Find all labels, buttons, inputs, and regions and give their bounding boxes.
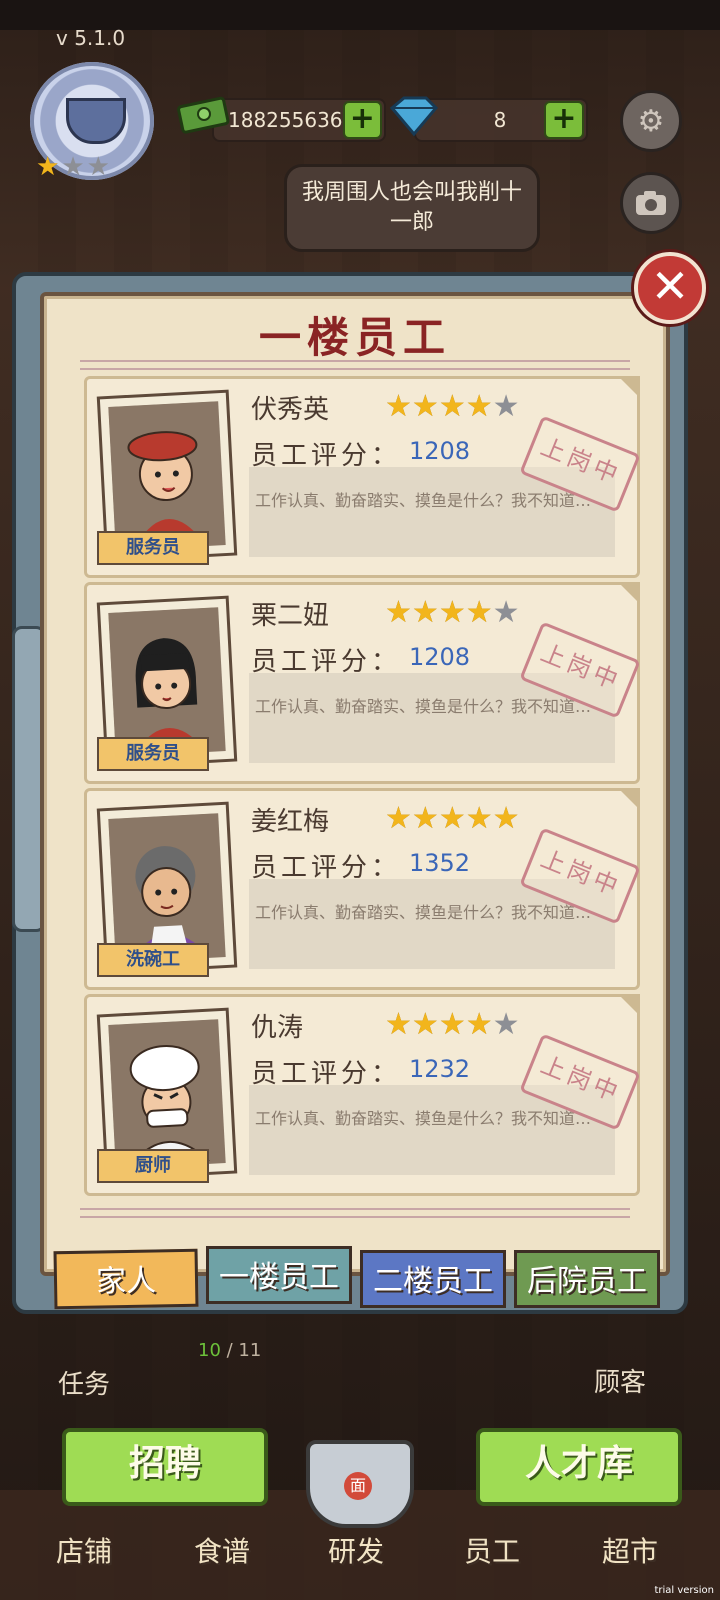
progress-total: / 11 <box>226 1340 262 1361</box>
employee-score: 1208 <box>409 437 471 465</box>
star-icon: ★ <box>492 389 520 424</box>
employee-description: 工作认真、勤奋踏实、摸鱼是什么？我不知道… <box>255 1109 592 1128</box>
close-icon: ✕ <box>650 259 690 313</box>
title-divider <box>80 360 630 370</box>
star-icon: ★ <box>385 389 412 424</box>
rating-stars: ★★★★★ <box>385 389 520 424</box>
tab-family[interactable]: 家人 <box>53 1248 199 1310</box>
role-tag: 厨师 <box>97 1149 209 1183</box>
star-icon: ★ <box>465 595 493 630</box>
staff-panel: 一楼员工 服务员 伏秀英 ★★★★★ 员工评分： 1208 工作认真、勤奋踏实、… <box>40 292 670 1276</box>
star-icon: ★ <box>385 801 412 836</box>
waitress-avatar <box>108 401 224 549</box>
star-icon: ★ <box>411 595 439 630</box>
star-icon: ★ <box>492 595 520 630</box>
nav-recipes[interactable]: 食谱 <box>172 1530 272 1570</box>
star-icon: ★ <box>385 595 412 630</box>
badge-stars: ★ ★ ★ <box>36 154 110 180</box>
customer-label[interactable]: 顾客 <box>594 1362 646 1399</box>
tab-backyard-staff[interactable]: 后院员工 <box>514 1250 660 1308</box>
cash-icon <box>177 96 230 134</box>
page-corner <box>618 994 640 1016</box>
employee-score: 1208 <box>409 643 471 671</box>
employee-card[interactable]: 洗碗工 姜红梅 ★★★★★ 员工评分： 1352 工作认真、勤奋踏实、摸鱼是什么… <box>84 788 641 990</box>
gear-icon: ⚙ <box>637 103 665 139</box>
dishwasher-avatar <box>108 813 224 961</box>
gem-counter: 8 + <box>414 98 588 142</box>
employee-description: 工作认真、勤奋踏实、摸鱼是什么？我不知道… <box>255 491 592 510</box>
star-icon: ★ <box>465 389 493 424</box>
star-icon: ★ <box>438 1007 466 1042</box>
star-icon: ★ <box>86 152 110 182</box>
rating-stars: ★★★★★ <box>385 801 520 836</box>
employee-description: 工作认真、勤奋踏实、摸鱼是什么？我不知道… <box>255 697 592 716</box>
star-icon: ★ <box>438 389 466 424</box>
waitress-avatar <box>108 607 224 755</box>
recruit-button[interactable]: 招聘 <box>62 1428 268 1506</box>
employee-name: 栗二妞 <box>251 601 330 631</box>
task-progress: 10 / 11 <box>198 1340 261 1361</box>
role-tag: 服务员 <box>97 531 209 565</box>
star-icon: ★ <box>465 1007 493 1042</box>
star-icon: ★ <box>438 801 466 836</box>
star-icon: ★ <box>385 1007 412 1042</box>
role-tag: 洗碗工 <box>97 943 209 977</box>
star-icon: ★ <box>465 801 493 836</box>
add-gems-button[interactable]: + <box>544 101 584 139</box>
camera-button[interactable] <box>620 172 682 234</box>
employee-name: 姜红梅 <box>251 807 330 837</box>
talent-pool-button[interactable]: 人才库 <box>476 1428 682 1506</box>
nav-supermarket[interactable]: 超市 <box>580 1530 680 1570</box>
progress-current: 10 <box>198 1340 221 1361</box>
nav-shop[interactable]: 店铺 <box>34 1530 134 1570</box>
bottom-divider <box>80 1208 630 1218</box>
rating-stars: ★★★★★ <box>385 1007 520 1042</box>
page-corner <box>618 376 640 398</box>
employee-card[interactable]: 服务员 栗二妞 ★★★★★ 员工评分： 1208 工作认真、勤奋踏实、摸鱼是什么… <box>84 582 641 784</box>
employee-name: 仇涛 <box>251 1013 304 1043</box>
speech-bubble: 我周围人也会叫我削十一郎 <box>284 164 540 252</box>
star-icon: ★ <box>411 1007 439 1042</box>
role-tag: 服务员 <box>97 737 209 771</box>
nav-research[interactable]: 研发 <box>306 1530 406 1570</box>
employee-score: 1352 <box>409 849 471 877</box>
page-corner <box>618 582 640 604</box>
add-cash-button[interactable]: + <box>342 101 382 139</box>
settings-button[interactable]: ⚙ <box>620 90 682 152</box>
star-icon: ★ <box>411 389 439 424</box>
star-icon: ★ <box>411 801 439 836</box>
employee-description: 工作认真、勤奋踏实、摸鱼是什么？我不知道… <box>255 903 592 922</box>
cash-counter: 188255636 + <box>212 98 386 142</box>
version-label: v 5.1.0 <box>56 26 126 50</box>
noodle-bowl-icon <box>66 98 126 144</box>
task-label[interactable]: 任务 <box>58 1364 110 1401</box>
pot-logo: 面 <box>344 1472 372 1500</box>
rating-stars: ★★★★★ <box>385 595 520 630</box>
diamond-icon <box>389 96 439 137</box>
cooking-pot-icon[interactable]: 面 <box>306 1440 414 1528</box>
employee-score: 1232 <box>409 1055 471 1083</box>
cash-amount: 188255636 <box>228 108 343 132</box>
employee-card[interactable]: 厨师 仇涛 ★★★★★ 员工评分： 1232 工作认真、勤奋踏实、摸鱼是什么？我… <box>84 994 641 1196</box>
employee-card[interactable]: 服务员 伏秀英 ★★★★★ 员工评分： 1208 工作认真、勤奋踏实、摸鱼是什么… <box>84 376 641 578</box>
star-icon: ★ <box>438 595 466 630</box>
tab-second-floor-staff[interactable]: 二楼员工 <box>360 1250 506 1308</box>
camera-icon <box>636 191 666 215</box>
nav-staff[interactable]: 员工 <box>442 1530 542 1570</box>
chef-avatar <box>108 1019 224 1167</box>
star-icon: ★ <box>61 152 85 182</box>
close-button[interactable]: ✕ <box>634 252 706 324</box>
star-icon: ★ <box>492 801 520 836</box>
star-icon: ★ <box>492 1007 520 1042</box>
star-icon: ★ <box>36 152 60 182</box>
page-corner <box>618 788 640 810</box>
tab-first-floor-staff[interactable]: 一楼员工 <box>206 1246 352 1304</box>
panel-title: 一楼员工 <box>258 313 451 362</box>
watermark: trial version <box>654 1585 714 1596</box>
restaurant-level-badge[interactable]: ★ ★ ★ <box>22 62 162 192</box>
employee-name: 伏秀英 <box>251 395 330 425</box>
